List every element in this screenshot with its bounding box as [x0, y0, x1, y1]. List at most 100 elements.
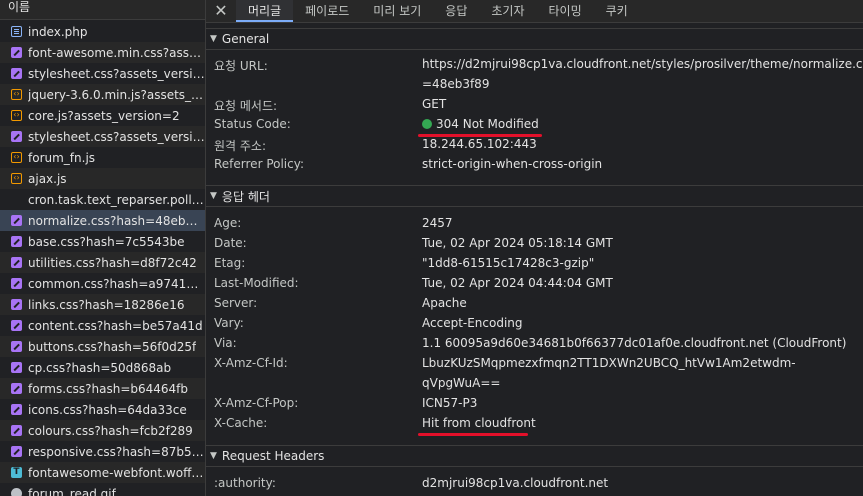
request-name: cp.css?hash=50d868ab: [28, 360, 172, 375]
stylesheet-icon: [11, 236, 22, 247]
request-url-value-cont: =48eb3f89: [422, 77, 490, 91]
request-name: normalize.css?hash=48eb3f89: [28, 213, 205, 228]
request-headers-section-header[interactable]: ▼ Request Headers: [206, 445, 863, 467]
request-row[interactable]: ajax.js: [0, 168, 205, 189]
header-value: 1.1 60095a9d60e34681b0f66377dc01af0e.clo…: [422, 336, 847, 350]
referrer-policy-value: strict-origin-when-cross-origin: [422, 157, 603, 171]
request-name: font-awesome.min.css?assets_...: [28, 45, 205, 60]
request-row[interactable]: cp.css?hash=50d868ab: [0, 357, 205, 378]
request-name: forum_read.gif: [28, 486, 116, 496]
request-name: cron.task.text_reparser.poll_op...: [28, 192, 205, 207]
header-value: Tue, 02 Apr 2024 04:44:04 GMT: [422, 276, 613, 290]
status-ok-icon: [422, 119, 432, 129]
header-value: Accept-Encoding: [422, 316, 523, 330]
annotation-underline: [418, 433, 528, 436]
request-row[interactable]: normalize.css?hash=48eb3f89: [0, 210, 205, 231]
stylesheet-icon: [11, 131, 22, 142]
request-row[interactable]: font-awesome.min.css?assets_...: [0, 42, 205, 63]
request-name: common.css?hash=a9741ba1: [28, 276, 205, 291]
status-code-value: 304 Not Modified: [422, 117, 539, 131]
request-row[interactable]: forum_fn.js: [0, 147, 205, 168]
script-icon: [11, 152, 22, 163]
status-code-label: Status Code:: [214, 117, 291, 131]
tab-preview[interactable]: 미리 보기: [361, 0, 433, 22]
request-row[interactable]: stylesheet.css?assets_version=2: [0, 63, 205, 84]
request-name: stylesheet.css?assets_version=2: [28, 66, 205, 81]
request-name: core.js?assets_version=2: [28, 108, 180, 123]
collapse-triangle-icon: ▼: [210, 191, 217, 201]
collapse-triangle-icon: ▼: [210, 451, 217, 461]
request-row[interactable]: common.css?hash=a9741ba1: [0, 273, 205, 294]
request-details-panel: ✕ 머리글 페이로드 미리 보기 응답 초기자 타이밍 쿠키 ▼ General…: [206, 0, 863, 496]
section-title: 응답 헤더: [221, 189, 270, 204]
request-row[interactable]: Tfontawesome-webfont.woff2?...: [0, 462, 205, 483]
stylesheet-icon: [11, 278, 22, 289]
request-row[interactable]: content.css?hash=be57a41d: [0, 315, 205, 336]
request-name: forum_fn.js: [28, 150, 96, 165]
request-name: content.css?hash=be57a41d: [28, 318, 203, 333]
request-row[interactable]: buttons.css?hash=56f0d25f: [0, 336, 205, 357]
image-icon: [11, 488, 22, 496]
header-name: Vary:: [214, 316, 244, 330]
request-name: fontawesome-webfont.woff2?...: [28, 465, 205, 480]
response-headers-section-header[interactable]: ▼ 응답 헤더: [206, 185, 863, 207]
stylesheet-icon: [11, 47, 22, 58]
tab-payload[interactable]: 페이로드: [293, 0, 361, 22]
header-value: LbuzKUzSMqpmezxfmqn2TT1DXWn2UBCQ_htVw1Am…: [422, 356, 796, 370]
tab-headers[interactable]: 머리글: [236, 0, 294, 22]
script-icon: [11, 89, 22, 100]
request-row[interactable]: jquery-3.6.0.min.js?assets_vers...: [0, 84, 205, 105]
header-value-cont: qVpgWuA==: [422, 376, 501, 390]
request-url-label: 요청 URL:: [214, 59, 268, 73]
request-name: stylesheet.css?assets_version=2: [28, 129, 205, 144]
request-name: colours.css?hash=fcb2f289: [28, 423, 193, 438]
request-row[interactable]: forum_read.gif: [0, 483, 205, 496]
request-row[interactable]: stylesheet.css?assets_version=2: [0, 126, 205, 147]
request-row[interactable]: index.php: [0, 21, 205, 42]
request-row[interactable]: base.css?hash=7c5543be: [0, 231, 205, 252]
request-row[interactable]: cron.task.text_reparser.poll_op...: [0, 189, 205, 210]
request-row[interactable]: forms.css?hash=b64464fb: [0, 378, 205, 399]
document-icon: [11, 26, 22, 37]
stylesheet-icon: [11, 446, 22, 457]
request-name: responsive.css?hash=87b53e08: [28, 444, 205, 459]
request-name: ajax.js: [28, 171, 67, 186]
request-name: utilities.css?hash=d8f72c42: [28, 255, 197, 270]
header-name: Date:: [214, 236, 247, 250]
request-row[interactable]: icons.css?hash=64da33ce: [0, 399, 205, 420]
request-row[interactable]: responsive.css?hash=87b53e08: [0, 441, 205, 462]
request-row[interactable]: colours.css?hash=fcb2f289: [0, 420, 205, 441]
stylesheet-icon: [11, 68, 22, 79]
request-row[interactable]: core.js?assets_version=2: [0, 105, 205, 126]
request-method-value: GET: [422, 97, 447, 111]
header-name: Etag:: [214, 256, 246, 270]
section-title: General: [221, 32, 270, 46]
section-title: Request Headers: [221, 449, 325, 463]
general-section-header[interactable]: ▼ General: [206, 28, 863, 50]
header-name: X-Amz-Cf-Id:: [214, 356, 288, 370]
header-name: :authority:: [214, 476, 276, 490]
request-row[interactable]: links.css?hash=18286e16: [0, 294, 205, 315]
tab-timing[interactable]: 타이밍: [537, 0, 594, 22]
tab-initiator[interactable]: 초기자: [479, 0, 536, 22]
request-row[interactable]: utilities.css?hash=d8f72c42: [0, 252, 205, 273]
script-icon: [11, 173, 22, 184]
request-name: base.css?hash=7c5543be: [28, 234, 185, 249]
tab-response[interactable]: 응답: [433, 0, 479, 22]
stylesheet-icon: [11, 425, 22, 436]
close-icon[interactable]: ✕: [206, 0, 236, 22]
stylesheet-icon: [11, 320, 22, 331]
stylesheet-icon: [11, 383, 22, 394]
details-tabbar: ✕ 머리글 페이로드 미리 보기 응답 초기자 타이밍 쿠키: [206, 0, 863, 23]
request-name: icons.css?hash=64da33ce: [28, 402, 187, 417]
header-value: Apache: [422, 296, 467, 310]
header-value: Tue, 02 Apr 2024 05:18:14 GMT: [422, 236, 613, 250]
tab-cookies[interactable]: 쿠키: [594, 0, 640, 22]
name-column-header[interactable]: 이름: [0, 0, 205, 20]
font-icon: T: [11, 467, 22, 478]
blank-icon: [11, 194, 22, 205]
request-name: forms.css?hash=b64464fb: [28, 381, 189, 396]
request-name: links.css?hash=18286e16: [28, 297, 185, 312]
request-url-value: https://d2mjrui98cp1va.cloudfront.net/st…: [422, 57, 863, 71]
header-name: Age:: [214, 216, 242, 230]
